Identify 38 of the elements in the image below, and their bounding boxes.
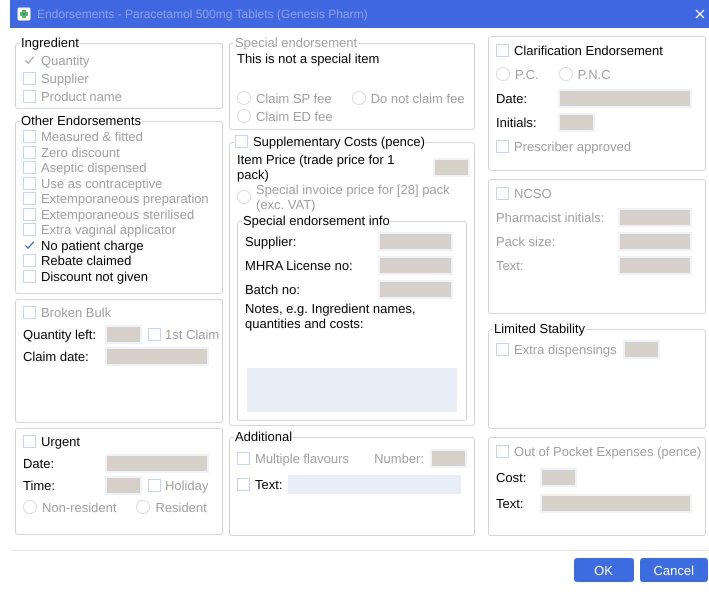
close-icon[interactable] (695, 9, 705, 19)
field-label: MHRA License no: (245, 258, 354, 272)
checkbox[interactable]: Text: (237, 476, 282, 492)
field-label: Number: (374, 450, 424, 466)
field-label: Batch no: (245, 282, 301, 296)
field-label: Cost: (496, 470, 528, 486)
field-label: Item Price (trade price for 1 pack) (237, 152, 396, 182)
field-label: Pharmacist initials: (496, 210, 606, 225)
group-title: Other Endorsements (21, 113, 141, 128)
checkbox[interactable]: No patient charge (23, 238, 144, 253)
group-title: Ingredient (21, 35, 79, 50)
group-title: Limited Stability (494, 321, 586, 336)
checkbox[interactable]: Discount not given (23, 268, 148, 284)
cancel-button[interactable]: Cancel (640, 558, 708, 582)
field-label: Initials: (496, 114, 538, 130)
ok-button[interactable]: OK (574, 558, 634, 582)
field-label: Claim date: (23, 348, 90, 364)
field-label: Text: (496, 496, 524, 512)
field-label: Pack size: (496, 234, 556, 249)
field-label: Supplier: (245, 234, 298, 248)
field-label: Date: (496, 90, 528, 106)
info-text: This is not a special item (237, 51, 380, 66)
checkbox[interactable]: Clarification Endorsement (496, 42, 663, 58)
field-label: Quantity left: (23, 326, 97, 342)
field-label: Text: (496, 258, 524, 273)
checkbox[interactable]: Supplementary Costs (pence) (235, 134, 425, 149)
checkbox[interactable]: Rebate claimed (23, 253, 132, 268)
check-icon (24, 54, 35, 66)
field-label: Date: (23, 456, 56, 470)
info-text: Notes, e.g. Ingredient names, quantities and costs: (245, 301, 417, 331)
app-icon (17, 7, 31, 21)
group-title: Special endorsement info (243, 213, 390, 228)
check-icon (24, 239, 35, 252)
group-title: Special endorsement (235, 35, 358, 50)
window-title: Endorsements - Paracetamol 500mg Tablets (Genesis Pharm) (37, 7, 369, 21)
field-label: Time: (23, 478, 56, 492)
checkbox[interactable]: Urgent (23, 434, 80, 448)
group-title: Additional (235, 429, 292, 444)
